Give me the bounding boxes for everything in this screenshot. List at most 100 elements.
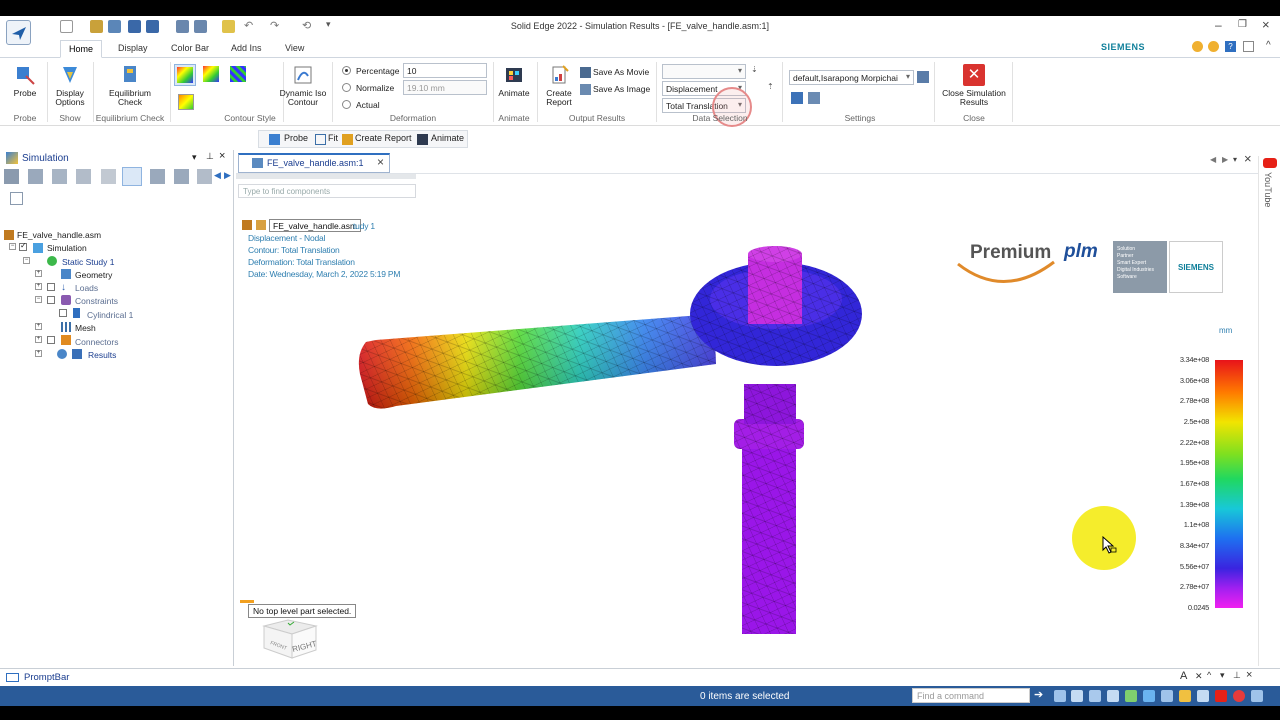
options-icon[interactable]: [1243, 41, 1254, 52]
percentage-input[interactable]: 10: [403, 63, 487, 78]
constraints-checkbox[interactable]: [47, 296, 55, 304]
settings-manage-icon[interactable]: [808, 92, 820, 104]
component-search-input[interactable]: Type to find components: [238, 184, 416, 198]
tab-link-icon[interactable]: [101, 169, 116, 184]
tree-static-study[interactable]: Static Study 1: [62, 257, 114, 267]
tab-home[interactable]: Home: [60, 40, 103, 58]
normalize-radio[interactable]: [342, 83, 351, 92]
fe-model-render[interactable]: [336, 244, 896, 644]
tab-display[interactable]: Display: [110, 40, 156, 58]
prompt-bar-close-icon[interactable]: ×: [1246, 669, 1252, 681]
record-video-icon[interactable]: [1215, 690, 1227, 702]
equilibrium-check-button[interactable]: Equilibrium Check: [102, 64, 158, 107]
cylindrical-checkbox[interactable]: [59, 309, 67, 317]
tab-layers-icon[interactable]: [52, 169, 67, 184]
tree-expand[interactable]: +: [35, 336, 42, 343]
prompt-down-icon[interactable]: ▾: [1220, 670, 1225, 681]
simulation-checkbox[interactable]: [19, 241, 27, 251]
youtube-icon[interactable]: [1263, 158, 1277, 168]
status-more-icon[interactable]: [1251, 690, 1263, 702]
tree-expand[interactable]: −: [35, 296, 42, 303]
cmd-probe-button[interactable]: Probe: [284, 133, 308, 143]
tree-connectors[interactable]: Connectors: [75, 337, 118, 347]
actual-radio[interactable]: [342, 100, 351, 109]
prompt-close-icon[interactable]: ✕: [1195, 671, 1203, 682]
ribbon-collapse-icon[interactable]: ^: [1266, 40, 1271, 51]
panel-pin-icon[interactable]: ⊥: [206, 151, 214, 162]
contour-style-banded-button[interactable]: [203, 66, 219, 82]
normalize-input[interactable]: 19.10 mm: [403, 80, 487, 95]
doc-close-all-icon[interactable]: ×: [1244, 151, 1252, 166]
prompt-up-icon[interactable]: ^: [1207, 670, 1211, 680]
text-size-icon[interactable]: A: [1180, 670, 1187, 682]
loads-checkbox[interactable]: [47, 283, 55, 291]
display-options-button[interactable]: Display Options: [50, 64, 90, 107]
tab-simulation-icon[interactable]: [122, 167, 142, 186]
pan-icon[interactable]: [1107, 690, 1119, 702]
view-cube[interactable]: FRONT RIGHT: [260, 616, 324, 664]
rotate-icon[interactable]: [1125, 690, 1137, 702]
tree-expand[interactable]: +: [35, 350, 42, 357]
find-go-icon[interactable]: ➔: [1034, 688, 1043, 701]
doc-next-icon[interactable]: ▶: [1222, 155, 1228, 164]
tree-cylindrical[interactable]: Cylindrical 1: [87, 310, 133, 320]
scroll-left-icon[interactable]: ◀: [214, 170, 221, 181]
close-simulation-results-button[interactable]: ✕ Close Simulation Results: [938, 64, 1010, 107]
tree-expand[interactable]: +: [35, 283, 42, 290]
settings-copy-icon[interactable]: [791, 92, 803, 104]
smile-feedback-icon[interactable]: [1192, 41, 1203, 52]
pathfinder-grip[interactable]: [236, 174, 416, 179]
tab-add-ins[interactable]: Add Ins: [223, 40, 270, 58]
tree-loads[interactable]: Loads: [75, 283, 98, 293]
cmd-animate-button[interactable]: Animate: [431, 133, 464, 143]
tree-geometry[interactable]: Geometry: [75, 270, 112, 280]
percentage-radio[interactable]: [342, 66, 351, 75]
view-display-icon[interactable]: [1179, 690, 1191, 702]
tree-results[interactable]: Results: [88, 350, 116, 360]
find-command-input[interactable]: Find a command: [912, 688, 1030, 703]
panel-option-icon[interactable]: [10, 192, 23, 205]
tree-expand[interactable]: +: [35, 323, 42, 330]
contour-style-filled-button[interactable]: [174, 64, 196, 86]
restore-icon[interactable]: ❐: [1238, 19, 1247, 30]
doc-list-icon[interactable]: ▾: [1233, 155, 1237, 164]
minimize-icon[interactable]: –: [1215, 18, 1222, 32]
zoom-icon[interactable]: [1071, 690, 1083, 702]
promptbar-label[interactable]: PromptBar: [24, 672, 69, 683]
tree-expand[interactable]: −: [9, 243, 16, 250]
tab-more-icon[interactable]: [197, 169, 212, 184]
connectors-checkbox[interactable]: [47, 336, 55, 344]
document-tab[interactable]: FE_valve_handle.asm:1 ×: [238, 153, 390, 173]
cmd-fit-button[interactable]: Fit: [328, 133, 338, 143]
settings-save-icon[interactable]: [917, 71, 929, 83]
panel-menu-icon[interactable]: ▾: [192, 152, 197, 163]
tree-simulation[interactable]: Simulation: [47, 243, 87, 253]
tab-color-bar[interactable]: Color Bar: [163, 40, 217, 58]
tree-expand[interactable]: +: [35, 270, 42, 277]
animate-button[interactable]: Animate: [496, 64, 532, 98]
panel-close-icon[interactable]: ×: [219, 150, 225, 162]
create-report-button[interactable]: Create Report: [542, 64, 576, 107]
tab-select-icon[interactable]: [150, 169, 165, 184]
dynamic-iso-contour-button[interactable]: Dynamic Iso Contour: [278, 64, 328, 107]
zoom-area-icon[interactable]: [1089, 690, 1101, 702]
help-icon[interactable]: ?: [1225, 41, 1236, 52]
settings-dropdown[interactable]: default,Isarapong Morpichai: [789, 70, 914, 85]
close-window-icon[interactable]: ×: [1262, 17, 1270, 32]
scroll-right-icon[interactable]: ▶: [224, 170, 231, 181]
step-down-icon[interactable]: ⇣: [751, 65, 758, 74]
prompt-pin-icon[interactable]: ⊥: [1233, 670, 1241, 681]
tab-views-icon[interactable]: [76, 169, 91, 184]
sketch-view-icon[interactable]: [1197, 690, 1209, 702]
tree-root[interactable]: FE_valve_handle.asm: [17, 230, 101, 240]
tab-tree-icon[interactable]: [174, 169, 189, 184]
step-up-icon[interactable]: ⇡: [767, 82, 774, 91]
save-as-image-button[interactable]: Save As Image: [593, 84, 650, 94]
tree-constraints[interactable]: Constraints: [75, 296, 118, 306]
tree-expand[interactable]: −: [23, 257, 30, 264]
probe-button[interactable]: Probe: [8, 64, 42, 98]
frown-feedback-icon[interactable]: [1208, 41, 1219, 52]
tab-parts-icon[interactable]: [4, 169, 19, 184]
contour-style-mesh-button[interactable]: [230, 66, 246, 82]
graphics-viewport[interactable]: Type to find components FE_valve_handle.…: [236, 174, 1258, 666]
